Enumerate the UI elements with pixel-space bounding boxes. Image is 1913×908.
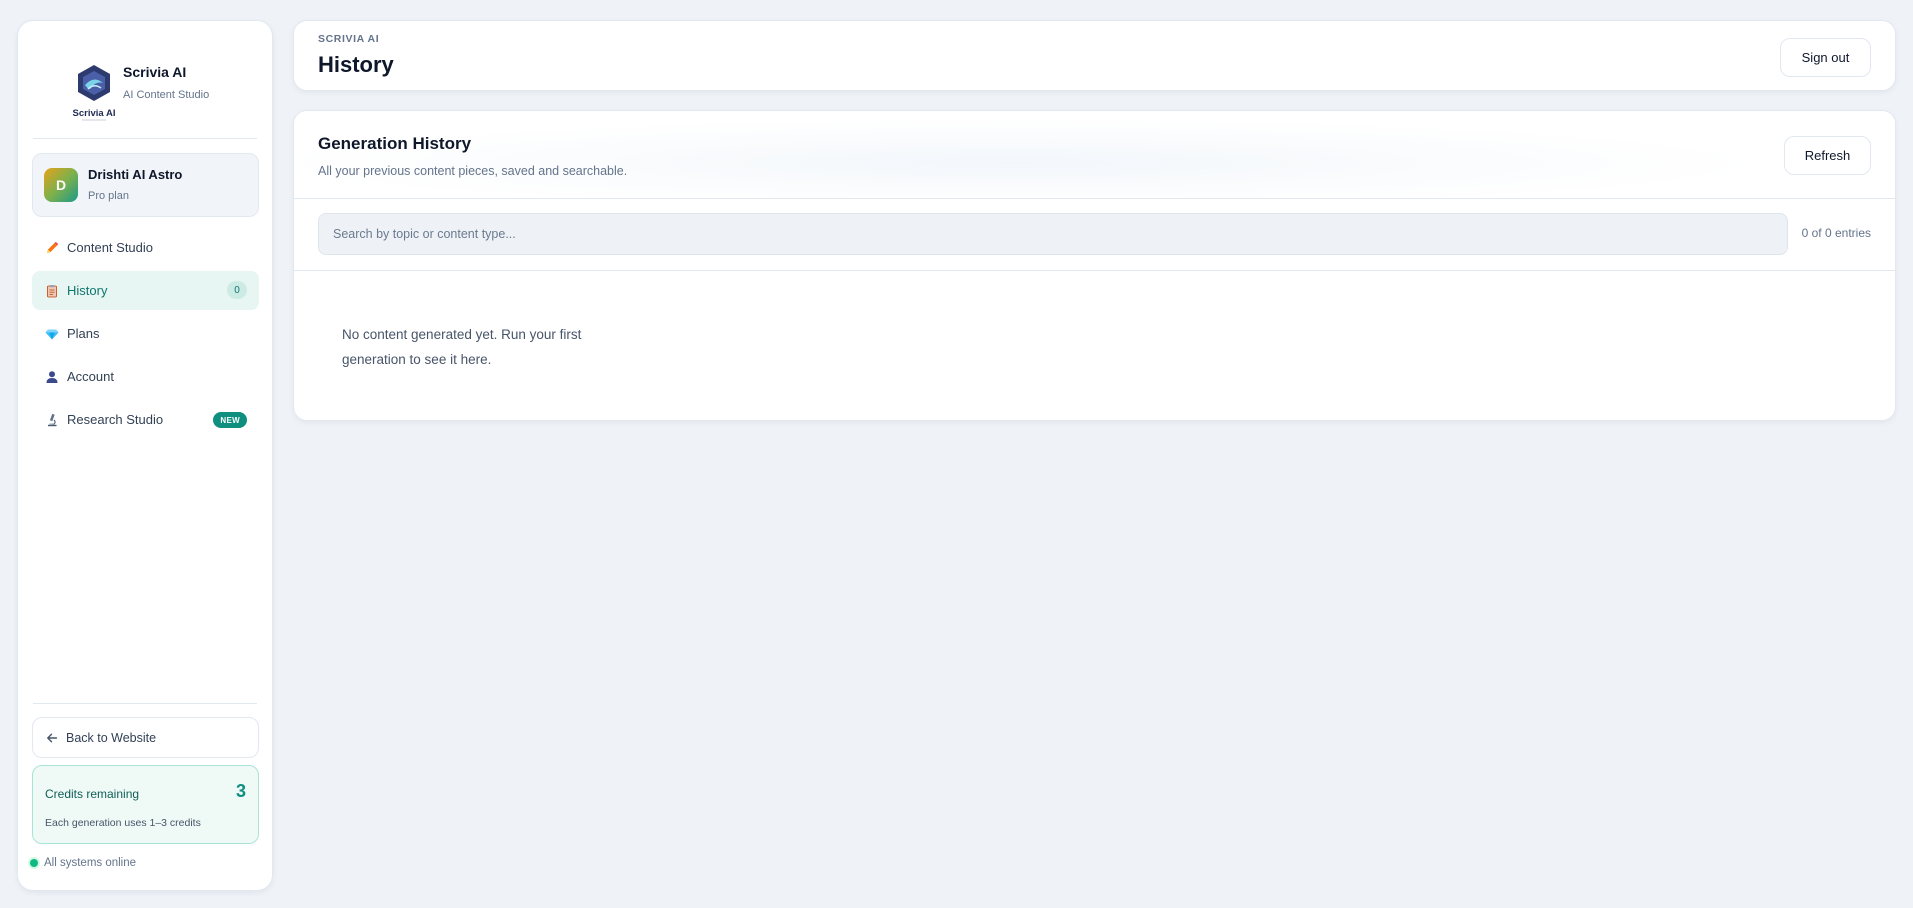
page-header: SCRIVIA AI History Sign out (293, 20, 1896, 91)
sidebar-item-label: History (67, 283, 108, 298)
avatar: D (44, 168, 78, 202)
panel-header: Generation History All your previous con… (294, 111, 1895, 199)
sidebar-divider (33, 138, 257, 139)
sidebar: Scrivia AI Scrivia AI AI Content Studio … (17, 20, 273, 891)
empty-state-message: No content generated yet. Run your first… (342, 327, 582, 367)
page-eyebrow: SCRIVIA AI (318, 33, 380, 45)
status-dot-icon (30, 859, 38, 867)
sidebar-footer-divider (33, 703, 257, 704)
sidebar-item-history[interactable]: History 0 (32, 271, 259, 310)
credits-title: Credits remaining (45, 787, 140, 801)
credits-value: 3 (235, 781, 246, 801)
back-to-website-button[interactable]: Back to Website (32, 717, 259, 758)
credits-note: Each generation uses 1–3 credits (45, 817, 201, 829)
user-name: Drishti AI Astro (88, 167, 183, 182)
search-row: 0 of 0 entries (294, 199, 1895, 271)
microscope-icon (44, 412, 60, 428)
sidebar-item-label: Research Studio (67, 412, 164, 427)
pencil-icon (44, 240, 60, 256)
sidebar-item-content-studio[interactable]: Content Studio (32, 228, 259, 267)
sidebar-item-research-studio[interactable]: Research Studio NEW (32, 400, 259, 439)
brand-logo: Scrivia AI (73, 65, 116, 121)
history-count-badge: 0 (227, 281, 247, 299)
user-plan: Pro plan (88, 190, 129, 202)
panel-title: Generation History (318, 134, 472, 153)
page-title: History (318, 52, 394, 77)
panel-subtitle: All your previous content pieces, saved … (318, 164, 628, 178)
search-input[interactable] (318, 213, 1788, 255)
entries-count: 0 of 0 entries (1801, 226, 1871, 240)
generation-history-panel: Generation History All your previous con… (293, 110, 1896, 421)
sidebar-item-label: Content Studio (67, 240, 154, 255)
refresh-button[interactable]: Refresh (1784, 136, 1871, 175)
back-to-website-label: Back to Website (66, 730, 157, 745)
brand-subtitle: AI Content Studio (123, 89, 210, 101)
brand-logo-text: Scrivia AI (73, 108, 116, 119)
user-icon (44, 369, 60, 385)
brand-name: Scrivia AI (123, 64, 187, 80)
brand: Scrivia AI Scrivia AI AI Content Studio (18, 21, 272, 138)
sidebar-nav: Content Studio History 0 Plans Account R… (32, 228, 259, 443)
user-card[interactable]: D Drishti AI Astro Pro plan (32, 153, 259, 217)
diamond-icon (44, 326, 60, 342)
credits-card: Credits remaining 3 Each generation uses… (32, 765, 259, 844)
system-status: All systems online (30, 857, 136, 869)
sidebar-item-label: Plans (67, 326, 100, 341)
sidebar-item-account[interactable]: Account (32, 357, 259, 396)
sidebar-item-plans[interactable]: Plans (32, 314, 259, 353)
clipboard-icon (44, 283, 60, 299)
status-label: All systems online (44, 857, 137, 869)
arrow-left-icon (47, 733, 58, 742)
new-badge: NEW (213, 412, 247, 428)
sidebar-item-label: Account (67, 369, 114, 384)
sign-out-button[interactable]: Sign out (1780, 38, 1871, 77)
